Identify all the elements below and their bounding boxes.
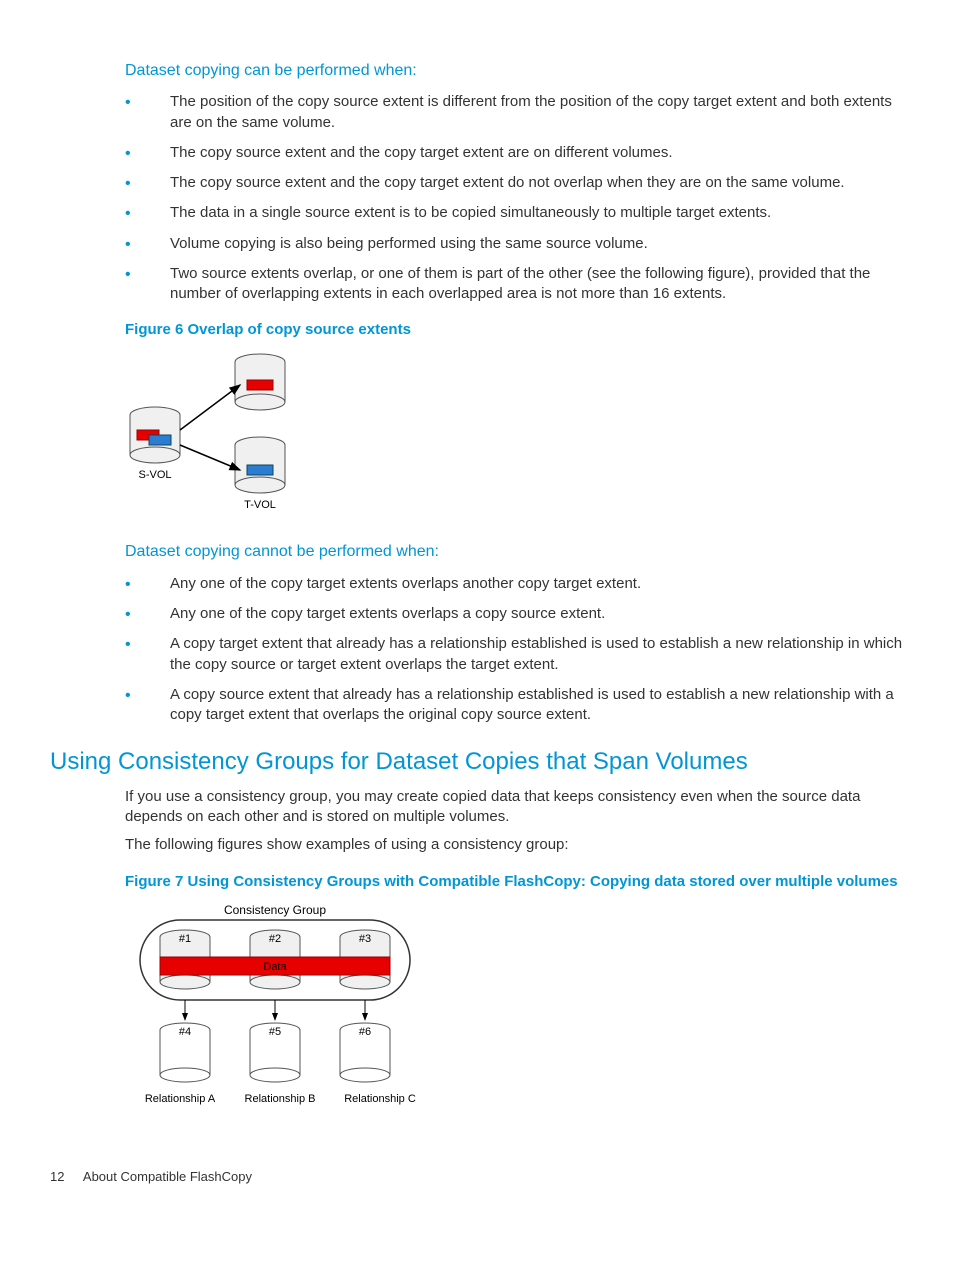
rel-a: Relationship A — [145, 1093, 216, 1105]
rel-b: Relationship B — [245, 1093, 316, 1105]
cyl-4: #4 — [179, 1026, 191, 1038]
cyl-3: #3 — [359, 933, 371, 945]
list-item: A copy source extent that already has a … — [125, 685, 904, 726]
list-item: The data in a single source extent is to… — [125, 203, 904, 223]
cg-label: Consistency Group — [224, 903, 326, 917]
rel-c: Relationship C — [344, 1093, 416, 1105]
list-item: Any one of the copy target extents overl… — [125, 604, 904, 624]
cyl-6: #6 — [359, 1026, 371, 1038]
svol-label: S-VOL — [138, 469, 171, 481]
list-item: The copy source extent and the copy targ… — [125, 173, 904, 193]
figure-6-caption: Figure 6 Overlap of copy source extents — [125, 319, 904, 340]
cyl-5: #5 — [269, 1026, 281, 1038]
body-paragraph: The following figures show examples of u… — [125, 835, 904, 855]
tvol-label: T-VOL — [244, 499, 276, 511]
page-number: 12 — [50, 1168, 80, 1186]
chapter-title: About Compatible FlashCopy — [83, 1169, 252, 1184]
list-item: The position of the copy source extent i… — [125, 92, 904, 133]
bullet-list-can: The position of the copy source extent i… — [125, 92, 904, 304]
subheading-cannot: Dataset copying cannot be performed when… — [125, 541, 904, 563]
data-label: Data — [263, 961, 287, 973]
page-footer: 12 About Compatible FlashCopy — [50, 1168, 904, 1186]
cyl-2: #2 — [269, 933, 281, 945]
list-item: A copy target extent that already has a … — [125, 634, 904, 675]
list-item: Any one of the copy target extents overl… — [125, 574, 904, 594]
list-item: Volume copying is also being performed u… — [125, 234, 904, 254]
body-paragraph: If you use a consistency group, you may … — [125, 787, 904, 828]
cyl-1: #1 — [179, 933, 191, 945]
section-heading: Using Consistency Groups for Dataset Cop… — [50, 745, 904, 779]
list-item: Two source extents overlap, or one of th… — [125, 264, 904, 305]
figure-7: Consistency Group #1 #2 #3 Data — [125, 902, 904, 1128]
subheading-can: Dataset copying can be performed when: — [125, 60, 904, 82]
list-item: The copy source extent and the copy targ… — [125, 143, 904, 163]
figure-7-caption: Figure 7 Using Consistency Groups with C… — [125, 871, 904, 892]
figure-6: S-VOL T-VOL — [125, 350, 904, 526]
bullet-list-cannot: Any one of the copy target extents overl… — [125, 574, 904, 726]
